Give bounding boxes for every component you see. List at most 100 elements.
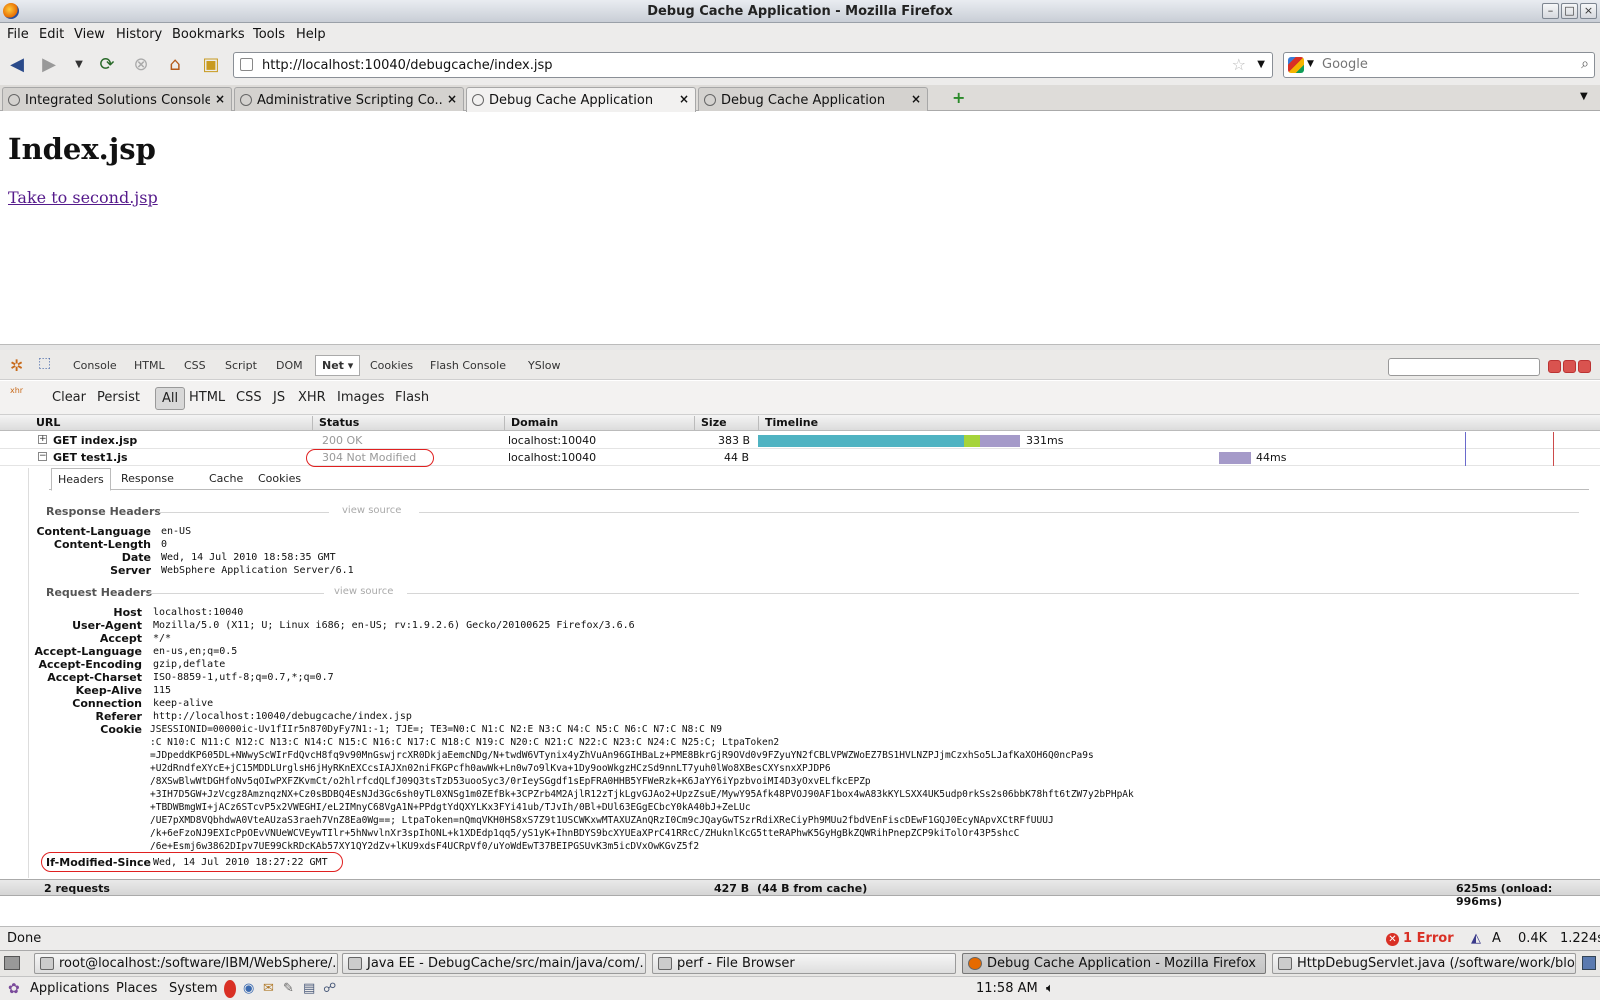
- search-engine-dropdown-icon[interactable]: ▼: [1307, 59, 1314, 69]
- net-clear-button[interactable]: Clear: [52, 390, 86, 405]
- error-icon[interactable]: ✕: [1386, 933, 1399, 946]
- editor-launcher-icon[interactable]: ✎: [283, 981, 294, 996]
- site-identity-icon[interactable]: [240, 58, 253, 71]
- terminal-launcher-icon[interactable]: ▤: [303, 981, 315, 996]
- firebug-search-input[interactable]: [1388, 358, 1540, 376]
- close-tab-icon[interactable]: ×: [447, 92, 457, 106]
- search-engine-icon[interactable]: [1288, 57, 1304, 73]
- search-box[interactable]: ▼ ⌕: [1283, 52, 1595, 78]
- fb-tab-yslow[interactable]: YSlow: [528, 359, 560, 372]
- fb-tab-flash-console[interactable]: Flash Console: [430, 359, 506, 372]
- firebug-detach-icon[interactable]: [1563, 360, 1576, 373]
- home-icon[interactable]: ⌂: [162, 53, 188, 77]
- detail-tab-cookies[interactable]: Cookies: [258, 472, 301, 485]
- fb-tab-html[interactable]: HTML: [134, 359, 165, 372]
- request-row[interactable]: + GET index.jsp 200 OK localhost:10040 3…: [0, 432, 1600, 449]
- back-icon[interactable]: ◀: [4, 53, 30, 77]
- net-filter-all[interactable]: All: [155, 387, 186, 410]
- fb-tab-script[interactable]: Script: [225, 359, 257, 372]
- fb-tab-cookies[interactable]: Cookies: [370, 359, 413, 372]
- new-tab-icon[interactable]: +: [952, 88, 965, 107]
- taskbar-terminal[interactable]: root@localhost:/software/IBM/WebSphere/.…: [34, 953, 338, 974]
- col-domain[interactable]: Domain: [504, 416, 694, 431]
- maximize-icon[interactable]: □: [1561, 3, 1578, 19]
- net-filter-xhr[interactable]: XHR: [298, 390, 326, 405]
- reload-icon[interactable]: ⟳: [94, 53, 120, 77]
- close-tab-icon[interactable]: ×: [679, 92, 689, 106]
- search-input[interactable]: [1322, 57, 1562, 72]
- workspace-switcher-icon[interactable]: [1582, 956, 1596, 970]
- menu-help[interactable]: Help: [296, 27, 326, 42]
- taskbar-eclipse[interactable]: Java EE - DebugCache/src/main/java/com/.…: [342, 953, 646, 974]
- collapse-icon[interactable]: −: [38, 452, 47, 461]
- stop-icon[interactable]: ⊗: [128, 53, 154, 77]
- clock[interactable]: 11:58 AM: [976, 981, 1038, 996]
- fb-tab-css[interactable]: CSS: [184, 359, 206, 372]
- col-timeline[interactable]: Timeline: [758, 416, 1600, 431]
- col-size[interactable]: Size: [694, 416, 758, 431]
- firebug-close-icon[interactable]: [1578, 360, 1591, 373]
- addon-icon[interactable]: ▣: [198, 53, 224, 77]
- tab-administrative-scripting[interactable]: Administrative Scripting Co... ×: [234, 87, 464, 111]
- menu-history[interactable]: History: [116, 27, 162, 42]
- yslow-icon[interactable]: ◭: [1471, 931, 1481, 946]
- firebug-icon[interactable]: ✲: [10, 356, 23, 375]
- net-persist-button[interactable]: Persist: [97, 390, 140, 405]
- close-tab-icon[interactable]: ×: [215, 92, 225, 106]
- request-row[interactable]: − GET test1.js 304 Not Modified localhos…: [0, 449, 1600, 466]
- close-tab-icon[interactable]: ×: [911, 92, 921, 106]
- taskbar-file-browser[interactable]: perf - File Browser: [652, 953, 956, 974]
- taskbar-firefox[interactable]: Debug Cache Application - Mozilla Firefo…: [962, 953, 1266, 974]
- net-filter-html[interactable]: HTML: [189, 390, 225, 405]
- error-count[interactable]: 1 Error: [1403, 931, 1454, 946]
- net-filter-images[interactable]: Images: [337, 390, 385, 405]
- net-dropdown-icon[interactable]: ▾: [348, 359, 354, 372]
- menu-bookmarks[interactable]: Bookmarks: [172, 27, 245, 42]
- fb-tab-net[interactable]: Net ▾: [315, 355, 361, 376]
- mail-launcher-icon[interactable]: ✉: [263, 981, 274, 996]
- detail-tab-headers[interactable]: Headers: [51, 468, 111, 491]
- tab-integrated-solutions-console[interactable]: Integrated Solutions Console ×: [2, 87, 232, 111]
- url-bar[interactable]: http://localhost:10040/debugcache/index.…: [233, 52, 1273, 78]
- net-filter-flash[interactable]: Flash: [395, 390, 429, 405]
- tab-list-icon[interactable]: ▼: [1580, 91, 1588, 102]
- detail-tab-response[interactable]: Response: [121, 472, 174, 485]
- taskbar-editor[interactable]: HttpDebugServlet.java (/software/work/bl…: [1272, 953, 1576, 974]
- search-icon[interactable]: ⌕: [1581, 56, 1589, 72]
- browser-launcher-icon[interactable]: ◉: [243, 981, 254, 996]
- url-text[interactable]: http://localhost:10040/debugcache/index.…: [262, 58, 553, 73]
- opera-icon[interactable]: [224, 980, 236, 998]
- volume-icon[interactable]: 🔈︎: [1046, 981, 1054, 996]
- show-desktop-icon[interactable]: [4, 956, 20, 970]
- col-status[interactable]: Status: [312, 416, 504, 431]
- minimize-icon[interactable]: –: [1542, 3, 1559, 19]
- menu-view[interactable]: View: [74, 27, 105, 42]
- system-menu[interactable]: System: [169, 981, 217, 996]
- network-launcher-icon[interactable]: ☍: [323, 981, 336, 996]
- menu-file[interactable]: File: [7, 27, 29, 42]
- detail-tab-cache[interactable]: Cache: [209, 472, 243, 485]
- fb-tab-dom[interactable]: DOM: [276, 359, 303, 372]
- col-url[interactable]: URL: [30, 416, 60, 431]
- url-dropdown-icon[interactable]: ▼: [1257, 59, 1265, 70]
- history-dropdown-icon[interactable]: ▼: [66, 53, 92, 77]
- menu-edit[interactable]: Edit: [39, 27, 64, 42]
- inspect-icon[interactable]: ⬚: [38, 355, 51, 371]
- menu-tools[interactable]: Tools: [253, 27, 285, 42]
- yslow-grade[interactable]: A: [1492, 931, 1501, 946]
- tab-debug-cache[interactable]: Debug Cache Application ×: [698, 87, 928, 111]
- close-window-icon[interactable]: ×: [1580, 3, 1597, 19]
- places-menu[interactable]: Places: [116, 981, 157, 996]
- expand-icon[interactable]: +: [38, 435, 47, 444]
- bookmark-star-icon[interactable]: ☆: [1232, 55, 1246, 74]
- net-filter-css[interactable]: CSS: [236, 390, 262, 405]
- applications-menu[interactable]: Applications: [30, 981, 109, 996]
- fb-tab-console[interactable]: Console: [73, 359, 117, 372]
- forward-icon[interactable]: ▶: [36, 53, 62, 77]
- net-filter-js[interactable]: JS: [273, 390, 285, 405]
- request-view-source-link[interactable]: view source: [334, 586, 393, 597]
- firebug-minimize-icon[interactable]: [1548, 360, 1561, 373]
- second-page-link[interactable]: Take to second.jsp: [8, 188, 158, 207]
- gnome-foot-icon[interactable]: ✿: [8, 981, 20, 997]
- tab-debug-cache-active[interactable]: Debug Cache Application ×: [466, 87, 696, 112]
